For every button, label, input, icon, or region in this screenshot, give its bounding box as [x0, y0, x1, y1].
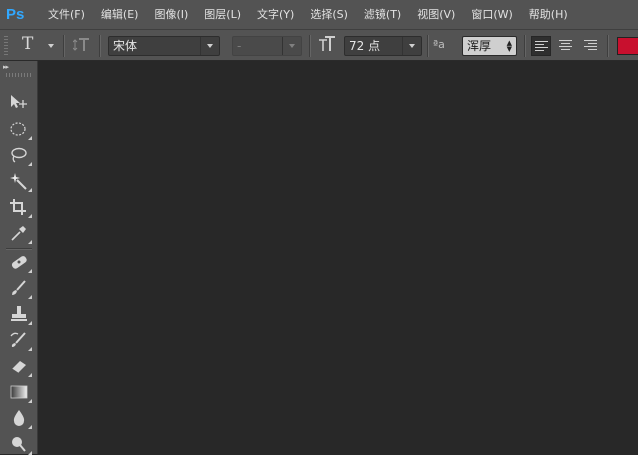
options-separator	[99, 35, 101, 57]
menu-help[interactable]: 帮助(H)	[521, 0, 576, 29]
options-separator	[309, 35, 311, 57]
font-family-value: 宋体	[113, 39, 138, 53]
options-separator	[427, 35, 429, 57]
chevron-down-icon	[402, 37, 421, 55]
menu-file[interactable]: 文件(F)	[40, 0, 93, 29]
font-family-select[interactable]: 宋体	[108, 36, 220, 56]
magic-wand-tool-icon[interactable]	[6, 170, 32, 192]
tool-preset-caret-icon[interactable]	[48, 44, 54, 48]
tools-panel-grip[interactable]	[6, 73, 32, 77]
anti-alias-value: 浑厚	[467, 39, 492, 53]
eraser-tool-icon[interactable]	[6, 355, 32, 377]
brush-tool-icon[interactable]	[6, 277, 32, 299]
healing-brush-tool-icon[interactable]	[6, 251, 32, 273]
align-right-button[interactable]	[581, 36, 601, 56]
blur-tool-icon[interactable]	[6, 407, 32, 429]
menu-edit[interactable]: 编辑(E)	[93, 0, 147, 29]
font-style-select[interactable]: -	[232, 36, 302, 56]
menu-select[interactable]: 选择(S)	[302, 0, 356, 29]
menu-view[interactable]: 视图(V)	[409, 0, 463, 29]
menu-bar: Ps 文件(F) 编辑(E) 图像(I) 图层(L) 文字(Y) 选择(S) 滤…	[0, 0, 638, 29]
options-separator	[607, 35, 609, 57]
eyedropper-tool-icon[interactable]	[6, 222, 32, 244]
type-tool-preset-icon[interactable]: T	[22, 34, 33, 54]
font-style-value: -	[237, 39, 242, 53]
font-size-icon	[318, 35, 336, 57]
options-separator	[524, 35, 526, 57]
marquee-tool-icon[interactable]	[6, 118, 32, 140]
menu-image[interactable]: 图像(I)	[146, 0, 196, 29]
collapse-panel-icon[interactable]: ▸▸	[3, 63, 9, 71]
font-size-select[interactable]: 72 点	[344, 36, 422, 56]
menu-layer[interactable]: 图层(L)	[196, 0, 249, 29]
font-size-value: 72 点	[349, 39, 381, 53]
document-workspace[interactable]	[38, 61, 638, 454]
gradient-tool-icon[interactable]	[6, 381, 32, 403]
photoshop-logo: Ps	[6, 5, 25, 23]
tools-panel: ▸▸	[0, 61, 38, 455]
history-brush-tool-icon[interactable]	[6, 329, 32, 351]
align-left-button[interactable]	[531, 36, 551, 56]
clone-stamp-tool-icon[interactable]	[6, 303, 32, 325]
menu-filter[interactable]: 滤镜(T)	[356, 0, 409, 29]
spinner-icon: ▲ ▼	[506, 39, 512, 53]
text-color-swatch[interactable]	[617, 37, 638, 55]
menu-type[interactable]: 文字(Y)	[249, 0, 302, 29]
anti-alias-select[interactable]: 浑厚 ▲ ▼	[462, 36, 517, 56]
menu-window[interactable]: 窗口(W)	[463, 0, 520, 29]
lasso-tool-icon[interactable]	[6, 144, 32, 166]
tool-group-separator	[6, 248, 32, 250]
options-bar: T 宋体 - 72 点 ªa 浑厚 ▲ ▼	[0, 29, 638, 61]
options-separator	[63, 35, 65, 57]
chevron-down-icon	[282, 37, 301, 55]
move-tool-icon[interactable]	[6, 91, 32, 113]
anti-alias-icon: ªa	[433, 38, 445, 51]
options-bar-grip[interactable]	[4, 36, 8, 56]
crop-tool-icon[interactable]	[6, 196, 32, 218]
text-orientation-icon[interactable]	[72, 36, 91, 54]
dodge-tool-icon[interactable]	[6, 433, 32, 455]
chevron-down-icon	[200, 37, 219, 55]
align-center-button[interactable]	[556, 36, 576, 56]
